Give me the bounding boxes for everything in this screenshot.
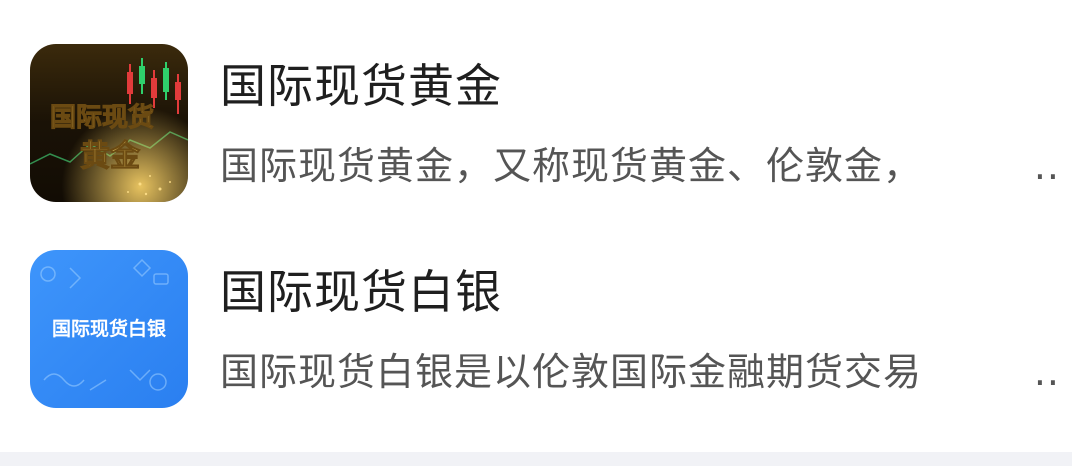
gold-spot-chart-icon[interactable]: 国际现货 黄金 — [30, 44, 188, 202]
item-description: 国际现货白银是以伦敦国际金融期货交易 .. — [220, 344, 1060, 400]
item-title[interactable]: 国际现货白银 — [220, 262, 502, 322]
list-item-spot-silver[interactable]: 国际现货白银 国际现货白银 国际现货白银是以伦敦国际金融期货交易 .. — [0, 240, 1072, 440]
item-description-text: 国际现货白银是以伦敦国际金融期货交易 — [220, 350, 923, 394]
truncation-ellipsis: .. — [1027, 344, 1060, 400]
item-description-text: 国际现货黄金，又称现货黄金、伦敦金， — [220, 144, 923, 188]
item-title[interactable]: 国际现货黄金 — [220, 56, 502, 116]
silver-spot-icon[interactable]: 国际现货白银 — [30, 250, 188, 408]
encyclopedia-result-list: 国际现货 黄金 国际现货黄金 国际现货黄金，又称现货黄金、伦敦金， .. 国际现… — [0, 0, 1072, 466]
item-description: 国际现货黄金，又称现货黄金、伦敦金， .. — [220, 138, 1060, 194]
section-divider — [0, 452, 1072, 466]
silver-icon-text: 国际现货白银 — [52, 317, 167, 340]
gold-icon-text-line1: 国际现货 — [50, 102, 154, 133]
list-item-spot-gold[interactable]: 国际现货 黄金 国际现货黄金 国际现货黄金，又称现货黄金、伦敦金， .. — [0, 34, 1072, 234]
truncation-ellipsis: .. — [1027, 138, 1060, 194]
gold-icon-text-line2: 黄金 — [80, 139, 141, 174]
